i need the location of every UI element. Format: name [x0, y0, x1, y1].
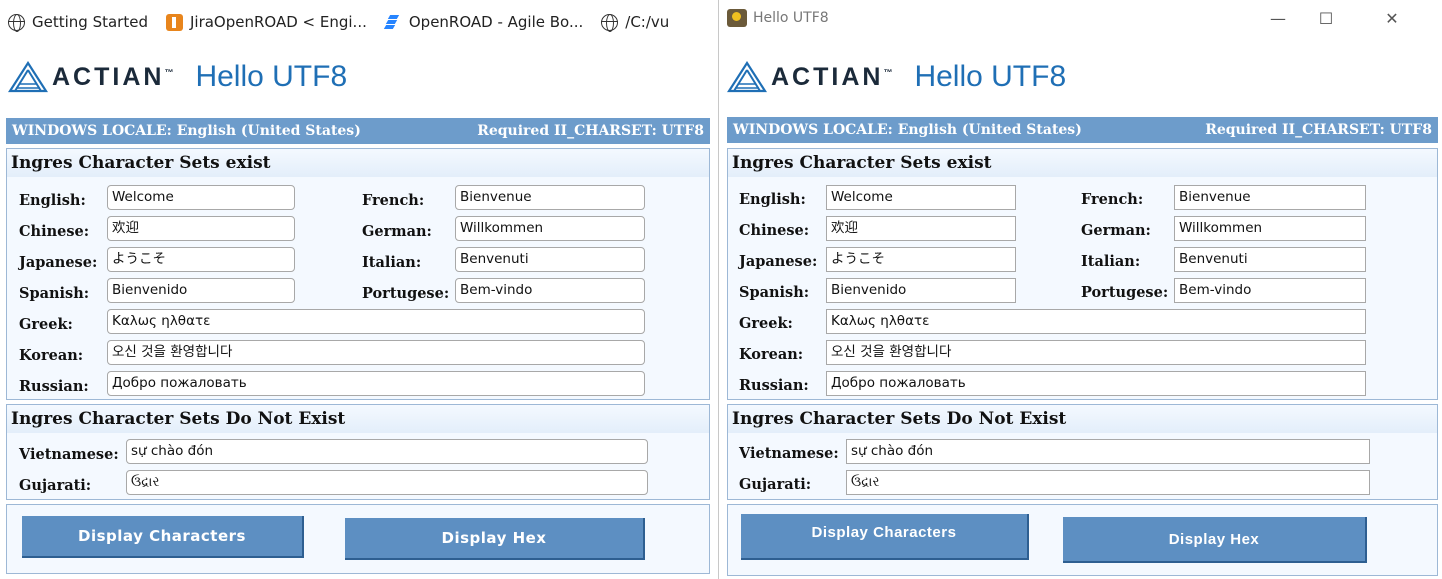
japanese-field[interactable]: ようこそ — [826, 247, 1016, 272]
french-field[interactable]: Bienvenue — [1174, 185, 1366, 210]
charsets-not-exist-title: Ingres Character Sets Do Not Exist — [728, 405, 1437, 433]
italian-field[interactable]: Benvenuti — [455, 247, 645, 272]
windows-locale-label: WINDOWS LOCALE: English (United States) — [733, 122, 1082, 138]
charset-label: Required II_CHARSET: UTF8 — [477, 123, 704, 139]
app-window-desktop: Hello UTF8 — ☐ ✕ ACTIAN™ Hello UTF8 WIND… — [718, 0, 1442, 579]
portugese-label: Portugese: — [1081, 284, 1169, 301]
chinese-field[interactable]: 欢迎 — [107, 216, 295, 241]
vietnamese-field[interactable]: sự chào đón — [126, 439, 648, 464]
charsets-exist-title: Ingres Character Sets exist — [728, 149, 1437, 177]
actian-logo-text: ACTIAN™ — [52, 62, 174, 91]
french-field[interactable]: Bienvenue — [455, 185, 645, 210]
charsets-not-exist-title: Ingres Character Sets Do Not Exist — [7, 405, 709, 433]
gujarati-field[interactable]: ઉદ્રાર — [126, 470, 648, 495]
app-view-browser: ACTIAN™ Hello UTF8 WINDOWS LOCALE: Engli… — [0, 44, 716, 579]
english-label: English: — [739, 191, 806, 208]
korean-label: Korean: — [739, 346, 804, 363]
french-label: French: — [362, 192, 425, 209]
bookmark-label: /C:/vu — [625, 13, 670, 31]
agile-board-icon — [383, 14, 402, 31]
charset-label: Required II_CHARSET: UTF8 — [1205, 122, 1432, 138]
app-header: ACTIAN™ Hello UTF8 — [719, 52, 1442, 102]
spanish-field[interactable]: Bienvenido — [107, 278, 295, 303]
jira-icon — [165, 13, 183, 31]
french-label: French: — [1081, 191, 1144, 208]
russian-label: Russian: — [19, 378, 89, 395]
actian-logo-icon — [8, 61, 48, 93]
greek-label: Greek: — [19, 316, 73, 333]
english-label: English: — [19, 192, 86, 209]
app-title: Hello UTF8 — [914, 60, 1067, 93]
english-field[interactable]: Welcome — [107, 185, 295, 210]
russian-field[interactable]: Добро пожаловать — [107, 371, 645, 396]
gujarati-field[interactable]: ઉદ્રાર — [846, 470, 1370, 495]
window-title: Hello UTF8 — [753, 10, 829, 26]
minimize-button[interactable]: — — [1255, 0, 1301, 36]
app-header: ACTIAN™ Hello UTF8 — [0, 52, 716, 102]
display-characters-button[interactable]: Display Characters — [741, 514, 1029, 560]
italian-field[interactable]: Benvenuti — [1174, 247, 1366, 272]
bookmark-label: Getting Started — [32, 13, 148, 31]
maximize-button[interactable]: ☐ — [1303, 0, 1349, 36]
charsets-exist-title: Ingres Character Sets exist — [7, 149, 709, 177]
portugese-label: Portugese: — [362, 285, 450, 302]
english-field[interactable]: Welcome — [826, 185, 1016, 210]
italian-label: Italian: — [362, 254, 422, 271]
greek-field[interactable]: Καλως ηλθατε — [826, 309, 1366, 334]
close-button[interactable]: ✕ — [1369, 0, 1415, 36]
bookmark-label: OpenROAD - Agile Bo... — [408, 13, 584, 31]
chinese-label: Chinese: — [19, 223, 90, 240]
russian-label: Russian: — [739, 377, 809, 394]
bookmark-agile-board[interactable]: OpenROAD - Agile Bo... — [383, 13, 584, 31]
app-title: Hello UTF8 — [195, 60, 348, 93]
german-field[interactable]: Willkommen — [455, 216, 645, 241]
display-hex-button[interactable]: Display Hex — [345, 518, 645, 560]
actian-logo-text: ACTIAN™ — [771, 62, 893, 91]
korean-field[interactable]: 오신 것을 환영합니다 — [826, 340, 1366, 365]
windows-locale-label: WINDOWS LOCALE: English (United States) — [12, 123, 361, 139]
app-window-icon — [727, 9, 747, 27]
russian-field[interactable]: Добро пожаловать — [826, 371, 1366, 396]
locale-bar: WINDOWS LOCALE: English (United States) … — [727, 117, 1438, 143]
spanish-label: Spanish: — [739, 284, 810, 301]
german-field[interactable]: Willkommen — [1174, 216, 1366, 241]
japanese-label: Japanese: — [739, 253, 818, 270]
bookmarks-bar: Getting Started JiraOpenROAD < Engi... O… — [0, 0, 720, 44]
vietnamese-field[interactable]: sự chào đón — [846, 439, 1370, 464]
gujarati-label: Gujarati: — [739, 476, 812, 493]
spanish-label: Spanish: — [19, 285, 90, 302]
bookmark-jira[interactable]: JiraOpenROAD < Engi... — [165, 13, 367, 31]
gujarati-label: Gujarati: — [19, 477, 92, 494]
korean-label: Korean: — [19, 347, 84, 364]
window-titlebar: Hello UTF8 — ☐ ✕ — [719, 0, 1442, 36]
bookmark-getting-started[interactable]: Getting Started — [8, 13, 148, 32]
greek-field[interactable]: Καλως ηλθατε — [107, 309, 645, 334]
italian-label: Italian: — [1081, 253, 1141, 270]
japanese-label: Japanese: — [19, 254, 98, 271]
vietnamese-label: Vietnamese: — [739, 445, 839, 462]
globe-icon — [601, 13, 619, 32]
vietnamese-label: Vietnamese: — [19, 446, 119, 463]
portugese-field[interactable]: Bem-vindo — [455, 278, 645, 303]
chinese-label: Chinese: — [739, 222, 810, 239]
spanish-field[interactable]: Bienvenido — [826, 278, 1016, 303]
bookmark-local-file[interactable]: /C:/vu — [601, 13, 670, 32]
korean-field[interactable]: 오신 것을 환영합니다 — [107, 340, 645, 365]
chinese-field[interactable]: 欢迎 — [826, 216, 1016, 241]
actian-logo-icon — [727, 61, 767, 93]
globe-icon — [8, 13, 25, 32]
locale-bar: WINDOWS LOCALE: English (United States) … — [6, 118, 710, 144]
display-characters-button[interactable]: Display Characters — [22, 516, 304, 558]
greek-label: Greek: — [739, 315, 793, 332]
german-label: German: — [362, 223, 432, 240]
bookmark-label: JiraOpenROAD < Engi... — [189, 13, 367, 31]
japanese-field[interactable]: ようこそ — [107, 247, 295, 272]
german-label: German: — [1081, 222, 1151, 239]
portugese-field[interactable]: Bem-vindo — [1174, 278, 1366, 303]
display-hex-button[interactable]: Display Hex — [1063, 517, 1367, 563]
